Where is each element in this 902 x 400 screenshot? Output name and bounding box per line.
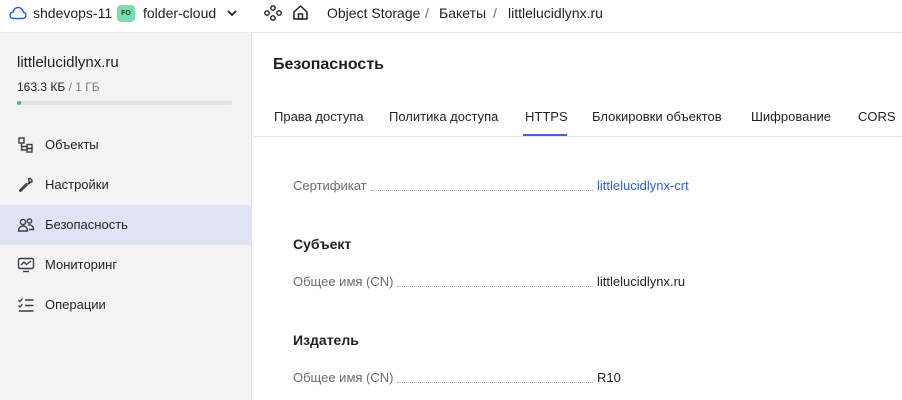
subject-cn-row: Общее имя (CN) littlelucidlynx.ru	[293, 274, 853, 292]
sidebar: littlelucidlynx.ru 163.3 КБ / 1 ГБ Объек…	[0, 33, 252, 400]
tab-object-lock[interactable]: Блокировки объектов	[592, 109, 722, 124]
tab-cors[interactable]: CORS	[858, 109, 896, 124]
issuer-cn-row: Общее имя (CN) R10	[293, 370, 853, 388]
chevron-down-icon[interactable]	[225, 6, 239, 20]
bucket-usage: 163.3 КБ / 1 ГБ	[17, 80, 100, 94]
tab-access-policy[interactable]: Политика доступа	[389, 109, 498, 124]
usage-total: / 1 ГБ	[68, 80, 100, 94]
breadcrumb-buckets[interactable]: Бакеты	[439, 5, 486, 21]
cloud-selector[interactable]: shdevops-11	[33, 5, 112, 21]
services-icon[interactable]	[264, 5, 282, 21]
certificate-link[interactable]: littlelucidlynx-crt	[597, 178, 689, 193]
active-tab-indicator	[523, 134, 567, 136]
list-icon	[18, 298, 34, 312]
usage-progress-fill	[17, 101, 22, 105]
breadcrumb-separator: /	[493, 5, 497, 21]
issuer-cn-value: R10	[597, 370, 621, 385]
sidebar-item-label: Операции	[45, 297, 106, 312]
tab-bar: Права доступа Политика доступа HTTPS Бло…	[253, 99, 902, 137]
folder-avatar: FO	[117, 5, 135, 22]
issuer-section-title: Издатель	[293, 332, 359, 348]
tab-encryption[interactable]: Шифрование	[751, 109, 831, 124]
home-icon[interactable]	[292, 4, 309, 21]
certificate-label: Сертификат	[293, 178, 371, 193]
subject-cn-label: Общее имя (CN)	[293, 274, 398, 289]
sidebar-item-label: Настройки	[45, 177, 109, 192]
top-bar: shdevops-11 FO folder-cloud Object Stora…	[0, 0, 902, 33]
tab-https[interactable]: HTTPS	[525, 109, 568, 124]
bucket-name: littlelucidlynx.ru	[17, 54, 119, 71]
subject-section-title: Субъект	[293, 236, 352, 252]
users-icon	[17, 218, 35, 232]
sidebar-item-label: Объекты	[45, 137, 99, 152]
dotted-leader	[397, 382, 593, 383]
monitor-icon	[17, 257, 35, 273]
main-content: Безопасность Права доступа Политика дост…	[253, 33, 902, 400]
usage-progress-bar	[17, 101, 232, 105]
usage-value: 163.3 КБ	[17, 80, 66, 94]
objects-icon	[18, 137, 33, 153]
certificate-row: Сертификат littlelucidlynx-crt	[293, 178, 853, 196]
sidebar-item-security[interactable]: Безопасность	[0, 205, 252, 245]
dotted-leader	[371, 190, 593, 191]
cloud-icon[interactable]	[9, 5, 27, 21]
folder-selector[interactable]: folder-cloud	[143, 5, 216, 21]
sidebar-item-operations[interactable]: Операции	[0, 285, 252, 325]
wrench-icon	[19, 177, 33, 192]
sidebar-item-objects[interactable]: Объекты	[0, 125, 252, 165]
sidebar-item-settings[interactable]: Настройки	[0, 165, 252, 205]
page-title: Безопасность	[273, 56, 384, 73]
subject-cn-value: littlelucidlynx.ru	[597, 274, 686, 289]
sidebar-item-monitoring[interactable]: Мониторинг	[0, 245, 252, 285]
issuer-cn-label: Общее имя (CN)	[293, 370, 398, 385]
sidebar-item-label: Мониторинг	[45, 257, 118, 272]
breadcrumb-current-bucket: littlelucidlynx.ru	[508, 5, 603, 21]
sidebar-item-label: Безопасность	[45, 217, 128, 232]
tab-access-rights[interactable]: Права доступа	[274, 109, 364, 124]
breadcrumb-object-storage[interactable]: Object Storage	[327, 5, 420, 21]
dotted-leader	[397, 286, 593, 287]
breadcrumb-separator: /	[425, 5, 429, 21]
